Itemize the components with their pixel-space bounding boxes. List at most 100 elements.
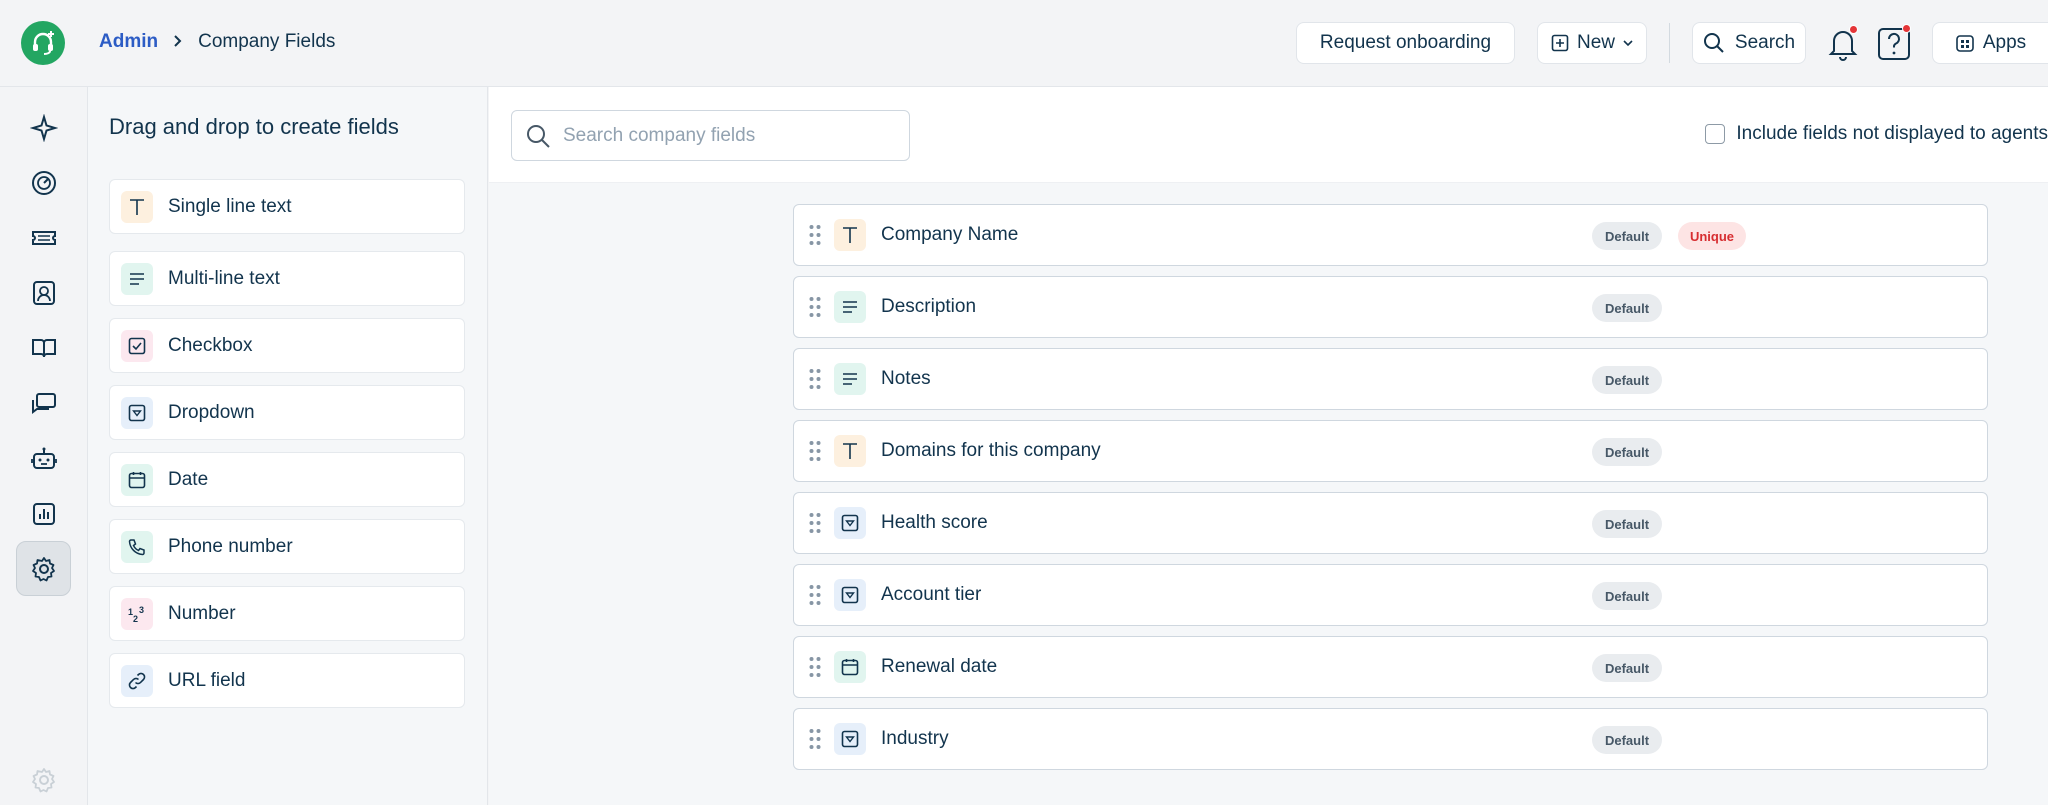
- rail-item-chart[interactable]: [16, 486, 71, 541]
- number-icon: 123: [121, 597, 153, 630]
- palette-tile[interactable]: Date: [109, 452, 465, 507]
- lines-icon: [834, 363, 866, 395]
- lines-icon: [121, 262, 153, 295]
- rail-item-chat[interactable]: [16, 376, 71, 431]
- include-hidden-fields-toggle[interactable]: Include fields not displayed to agents: [1705, 123, 2048, 145]
- field-label: Description: [881, 296, 977, 317]
- include-hidden-checkbox[interactable]: [1705, 124, 1726, 144]
- rail-item-ticket[interactable]: [16, 210, 71, 265]
- new-button[interactable]: New: [1537, 22, 1647, 64]
- field-label: Industry: [881, 728, 949, 749]
- chevron-right-icon: [172, 32, 184, 53]
- help-dot: [1902, 24, 1911, 33]
- page-title: Company Fields: [198, 31, 336, 52]
- drag-handle-icon[interactable]: [808, 439, 822, 463]
- palette-tile[interactable]: URL field: [109, 653, 465, 708]
- rail-item-speedometer[interactable]: [16, 155, 71, 210]
- checkbox-icon: [121, 329, 153, 362]
- request-onboarding-button[interactable]: Request onboarding: [1296, 22, 1515, 64]
- drag-handle-icon[interactable]: [808, 511, 822, 535]
- field-row[interactable]: Notes Default: [793, 348, 1988, 410]
- default-badge: Default: [1592, 726, 1662, 754]
- palette-tile-label: Single line text: [168, 195, 292, 217]
- rail-item-sparkle[interactable]: [16, 100, 71, 155]
- gear-icon: [31, 556, 55, 581]
- unique-badge: Unique: [1678, 222, 1746, 250]
- field-row[interactable]: Health score Default: [793, 492, 1988, 554]
- palette-tile[interactable]: 1 2 3 Number: [109, 586, 465, 641]
- calendar-icon: [834, 651, 866, 683]
- lines-icon: [834, 291, 866, 323]
- plus-square-icon: [1551, 34, 1569, 52]
- headset-icon: [33, 31, 54, 55]
- field-row[interactable]: Renewal date Default: [793, 636, 1988, 698]
- sparkle-icon: [29, 113, 58, 142]
- dropdown-icon: [834, 579, 866, 611]
- search-field-container[interactable]: [511, 110, 910, 161]
- search-icon: [1703, 33, 1724, 53]
- default-badge: Default: [1592, 294, 1662, 322]
- breadcrumb: Admin Company Fields: [99, 31, 335, 53]
- chevron-down-icon: [1623, 40, 1633, 47]
- search-company-fields-input[interactable]: [563, 124, 893, 147]
- field-label: Account tier: [881, 584, 982, 605]
- field-label: Notes: [881, 368, 931, 389]
- palette-tile[interactable]: Single line text: [109, 179, 465, 234]
- text-icon: [834, 435, 866, 467]
- drag-handle-icon[interactable]: [808, 583, 822, 607]
- field-label: Domains for this company: [881, 440, 1101, 461]
- field-label: Company Name: [881, 224, 1019, 245]
- field-label: Renewal date: [881, 656, 998, 677]
- search-icon: [527, 124, 550, 148]
- rail-item-gear[interactable]: [16, 541, 71, 596]
- svg-text:2: 2: [133, 614, 138, 624]
- drag-handle-icon[interactable]: [808, 727, 822, 751]
- bot-icon: [30, 447, 57, 469]
- rail-item-book[interactable]: [16, 320, 71, 375]
- palette-title: Drag and drop to create fields: [109, 114, 399, 139]
- rail-item-contact[interactable]: [16, 265, 71, 320]
- help-button[interactable]: [1875, 24, 1913, 62]
- palette-tile[interactable]: Checkbox: [109, 318, 465, 373]
- drag-handle-icon[interactable]: [808, 367, 822, 391]
- notifications-button[interactable]: [1825, 24, 1861, 62]
- ticket-icon: [31, 230, 56, 245]
- palette-tile-label: Dropdown: [168, 401, 255, 423]
- field-label: Health score: [881, 512, 988, 533]
- palette-tile[interactable]: Phone number: [109, 519, 465, 574]
- header-divider: [1669, 23, 1670, 63]
- field-row[interactable]: Description Default: [793, 276, 1988, 338]
- drag-handle-icon[interactable]: [808, 223, 822, 247]
- default-badge: Default: [1592, 222, 1662, 250]
- palette-tile-label: Date: [168, 468, 209, 490]
- rail-item-bot[interactable]: [16, 431, 71, 486]
- palette-tile-label: Phone number: [168, 535, 293, 557]
- drag-handle-icon[interactable]: [808, 655, 822, 679]
- field-row[interactable]: Domains for this company Default: [793, 420, 1988, 482]
- brand-logo[interactable]: [21, 21, 65, 65]
- rail-item-overflow[interactable]: [16, 752, 71, 805]
- default-badge: Default: [1592, 582, 1662, 610]
- palette-tile[interactable]: Dropdown: [109, 385, 465, 440]
- phone-icon: [121, 530, 153, 563]
- speedometer-icon: [31, 170, 56, 195]
- dropdown-icon: [834, 507, 866, 539]
- chart-icon: [32, 502, 55, 525]
- apps-button[interactable]: Apps: [1932, 22, 2048, 64]
- palette-tile-label: URL field: [168, 669, 246, 691]
- new-button-label: New: [1576, 32, 1615, 53]
- field-row[interactable]: Company Name Default Unique: [793, 204, 1988, 266]
- field-row[interactable]: Account tier Default: [793, 564, 1988, 626]
- default-badge: Default: [1592, 654, 1662, 682]
- breadcrumb-admin-link[interactable]: Admin: [99, 31, 158, 53]
- search-button-label: Search: [1734, 32, 1796, 53]
- dropdown-icon: [121, 396, 153, 429]
- default-badge: Default: [1592, 438, 1662, 466]
- field-row[interactable]: Industry Default: [793, 708, 1988, 770]
- include-hidden-label: Include fields not displayed to agents: [1736, 123, 2048, 144]
- default-badge: Default: [1592, 366, 1662, 394]
- global-search-button[interactable]: Search: [1692, 22, 1806, 64]
- dropdown-icon: [834, 723, 866, 755]
- drag-handle-icon[interactable]: [808, 295, 822, 319]
- palette-tile[interactable]: Multi-line text: [109, 251, 465, 306]
